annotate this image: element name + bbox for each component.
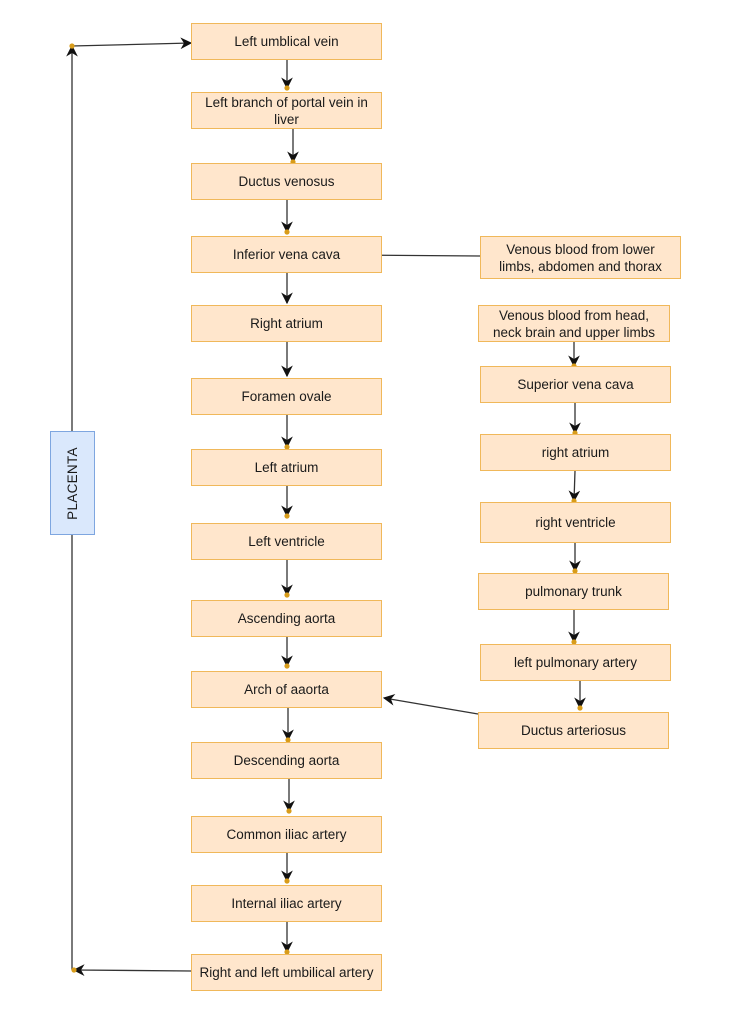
node-right-atrium: Right atrium [191,305,382,342]
node-label: Inferior vena cava [232,247,341,262]
node-label: right atrium [541,445,610,460]
edge-umbilical-arteries-to-placenta [72,964,192,976]
connection-point [284,592,290,598]
edge-da-arch [382,693,479,715]
node-label: Venous blood from head, neck brain and u… [492,307,656,340]
node-label: left pulmonary artery [513,655,638,670]
connection-point [284,663,290,669]
node-label: Right atrium [250,316,323,331]
connection-point [577,705,583,711]
node-superior-vena-cava: Superior vena cava [480,366,671,403]
connection-point [71,967,77,973]
node-label: Descending aorta [233,753,340,768]
fetal-circulation-diagram: PLACENTA Left umblical vein Left branch … [0,0,737,1024]
node-label: Ductus arteriosus [520,723,627,738]
connection-point [284,878,290,884]
node-left-umbilical-vein: Left umblical vein [191,23,382,60]
node-pulmonary-trunk: pulmonary trunk [478,573,669,610]
node-label: Common iliac artery [226,827,347,842]
node-label: Superior vena cava [517,377,634,392]
node-label: Left branch of portal vein in liver [205,94,368,127]
node-foramen-ovale: Foramen ovale [191,378,382,415]
edge-ra2-rv [568,470,581,503]
node-right-atrium-2: right atrium [480,434,671,471]
node-internal-iliac-artery: Internal iliac artery [191,885,382,922]
node-label: Right and left umbilical artery [199,965,374,980]
node-venous-blood-lower: Venous blood from lower limbs, abdomen a… [480,236,681,279]
node-arch-of-aorta: Arch of aaorta [191,671,382,708]
node-left-branch-portal-vein: Left branch of portal vein in liver [191,92,382,129]
node-label: Venous blood from lower limbs, abdomen a… [499,241,662,274]
connection-point [284,85,290,91]
node-left-pulmonary-artery: left pulmonary artery [480,644,671,681]
node-ductus-venosus: Ductus venosus [191,163,382,200]
node-label: Left atrium [254,460,319,475]
connection-point [69,43,75,49]
node-label: Ductus venosus [238,174,335,189]
edge-placenta-to-left-umbilical-vein [71,37,193,50]
node-label: pulmonary trunk [525,584,622,599]
node-ductus-arteriosus: Ductus arteriosus [478,712,669,749]
node-left-atrium: Left atrium [191,449,382,486]
node-inferior-vena-cava: Inferior vena cava [191,236,382,273]
node-umbilical-arteries: Right and left umbilical artery [191,954,382,991]
connection-point [286,808,292,814]
connection-point [284,229,290,235]
node-left-ventricle: Left ventricle [191,523,382,560]
placenta-label: PLACENTA [65,446,81,520]
node-ascending-aorta: Ascending aorta [191,600,382,637]
placenta-node: PLACENTA [50,431,95,535]
node-label: right ventricle [535,515,616,530]
node-label: Internal iliac artery [231,896,342,911]
node-label: Left umblical vein [234,34,339,49]
node-label: Left ventricle [248,534,325,549]
node-descending-aorta: Descending aorta [191,742,382,779]
node-common-iliac-artery: Common iliac artery [191,816,382,853]
node-venous-blood-head: Venous blood from head, neck brain and u… [478,305,670,342]
connection-point [284,513,290,519]
node-label: Ascending aorta [237,611,336,626]
node-label: Arch of aaorta [244,682,329,697]
node-label: Foramen ovale [241,389,332,404]
node-right-ventricle: right ventricle [480,502,671,543]
